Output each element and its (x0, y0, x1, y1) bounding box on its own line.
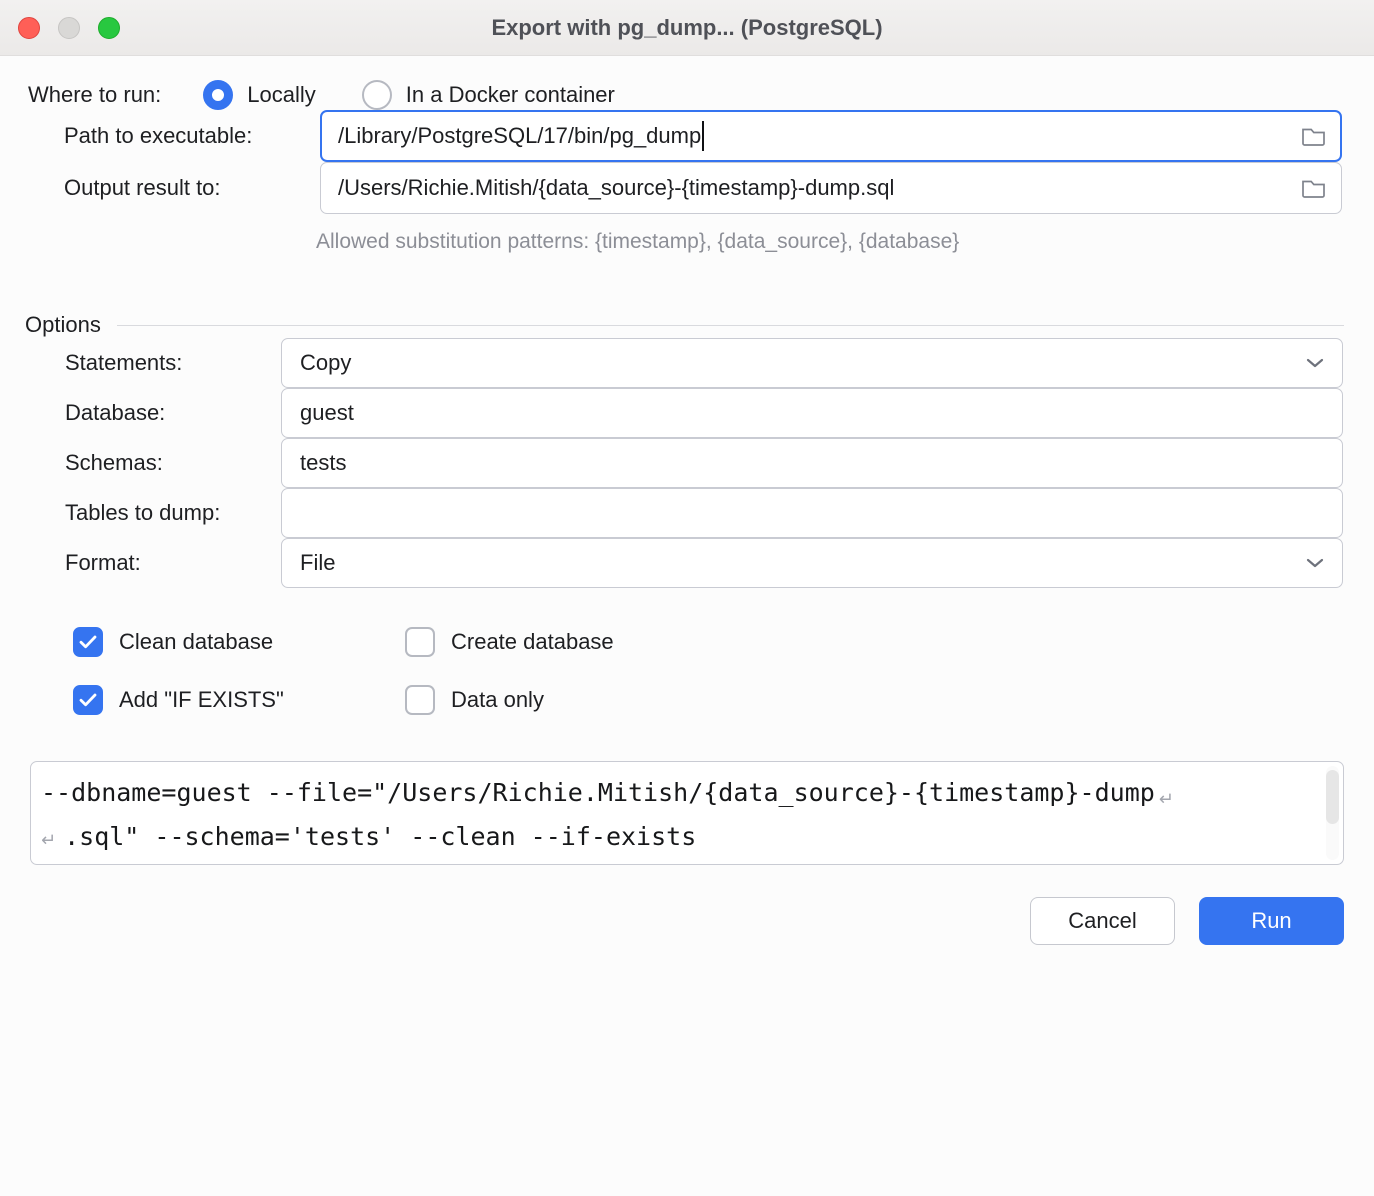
database-label: Database: (65, 400, 281, 426)
window-title: Export with pg_dump... (PostgreSQL) (491, 15, 882, 41)
checkbox-create-database-label: Create database (451, 629, 614, 655)
database-input[interactable]: guest (281, 388, 1343, 438)
dialog-buttons: Cancel Run (0, 897, 1344, 945)
schemas-value: tests (300, 450, 346, 476)
radio-docker-control[interactable] (362, 80, 392, 110)
where-to-run-label: Where to run: (28, 82, 161, 108)
browse-output-button[interactable] (1290, 177, 1327, 200)
command-line-1: --dbname=guest --file="/Users/Richie.Mit… (41, 770, 1313, 814)
format-label: Format: (65, 550, 281, 576)
checkbox-create-database-control[interactable] (405, 627, 435, 657)
schemas-row: Schemas: tests (65, 438, 1343, 488)
command-line-2: ↵ .sql" --schema='tests' --clean --if-ex… (41, 814, 1313, 858)
zoom-icon[interactable] (98, 17, 120, 39)
checkbox-clean-database-label: Clean database (119, 629, 273, 655)
command-scrollbar-thumb[interactable] (1326, 770, 1339, 825)
folder-icon (1300, 125, 1327, 148)
path-to-executable-input[interactable]: /Library/PostgreSQL/17/bin/pg_dump (320, 110, 1342, 162)
folder-icon (1300, 177, 1327, 200)
output-result-input[interactable]: /Users/Richie.Mitish/{data_source}-{time… (320, 162, 1342, 214)
checkbox-add-if-exists-control[interactable] (73, 685, 103, 715)
radio-docker-label: In a Docker container (406, 82, 615, 108)
cancel-button[interactable]: Cancel (1030, 897, 1175, 945)
output-result-label: Output result to: (64, 175, 320, 201)
command-line-1-text: --dbname=guest --file="/Users/Richie.Mit… (41, 778, 1155, 807)
soft-wrap-icon: ↵ (1159, 789, 1174, 810)
statements-select[interactable]: Copy (281, 338, 1343, 388)
checkbox-data-only-label: Data only (451, 687, 544, 713)
checkbox-add-if-exists-label: Add "IF EXISTS" (119, 687, 284, 713)
output-result-row: Output result to: /Users/Richie.Mitish/{… (64, 162, 1342, 214)
statements-label: Statements: (65, 350, 281, 376)
traffic-lights (18, 17, 120, 39)
command-line-2-text: .sql" --schema='tests' --clean --if-exis… (64, 822, 696, 851)
path-to-executable-label: Path to executable: (64, 123, 320, 149)
checkbox-add-if-exists[interactable]: Add "IF EXISTS" (73, 685, 405, 715)
checkbox-clean-database-control[interactable] (73, 627, 103, 657)
options-section-header: Options (25, 312, 1344, 338)
radio-locally[interactable]: Locally (203, 80, 315, 110)
close-icon[interactable] (18, 17, 40, 39)
checkbox-data-only-control[interactable] (405, 685, 435, 715)
chevron-down-icon (1304, 356, 1326, 370)
command-preview[interactable]: --dbname=guest --file="/Users/Richie.Mit… (30, 761, 1344, 865)
checkbox-row-1: Clean database Create database (73, 627, 1374, 657)
checkbox-create-database[interactable]: Create database (405, 627, 614, 657)
radio-locally-control[interactable] (203, 80, 233, 110)
path-to-executable-value: /Library/PostgreSQL/17/bin/pg_dump (338, 123, 701, 149)
command-scrollbar[interactable] (1326, 766, 1339, 860)
schemas-label: Schemas: (65, 450, 281, 476)
substitution-hint: Allowed substitution patterns: {timestam… (316, 230, 1374, 254)
format-value: File (300, 550, 335, 576)
database-row: Database: guest (65, 388, 1343, 438)
options-section-title: Options (25, 312, 101, 338)
checkbox-data-only[interactable]: Data only (405, 685, 544, 715)
checkbox-row-2: Add "IF EXISTS" Data only (73, 685, 1374, 715)
run-button[interactable]: Run (1199, 897, 1344, 945)
tables-to-dump-label: Tables to dump: (65, 500, 281, 526)
window-titlebar: Export with pg_dump... (PostgreSQL) (0, 0, 1374, 56)
statements-value: Copy (300, 350, 351, 376)
where-to-run-row: Where to run: Locally In a Docker contai… (28, 80, 1374, 110)
tables-to-dump-input[interactable] (281, 488, 1343, 538)
radio-locally-label: Locally (247, 82, 315, 108)
format-select[interactable]: File (281, 538, 1343, 588)
format-row: Format: File (65, 538, 1343, 588)
output-result-value: /Users/Richie.Mitish/{data_source}-{time… (338, 175, 894, 201)
tables-to-dump-row: Tables to dump: (65, 488, 1343, 538)
statements-row: Statements: Copy (65, 338, 1343, 388)
check-icon (79, 693, 97, 707)
text-caret (702, 121, 704, 151)
chevron-down-icon (1304, 556, 1326, 570)
radio-docker[interactable]: In a Docker container (362, 80, 615, 110)
database-value: guest (300, 400, 354, 426)
minimize-icon (58, 17, 80, 39)
schemas-input[interactable]: tests (281, 438, 1343, 488)
checkbox-clean-database[interactable]: Clean database (73, 627, 405, 657)
browse-path-button[interactable] (1290, 125, 1327, 148)
path-to-executable-row: Path to executable: /Library/PostgreSQL/… (64, 110, 1342, 162)
check-icon (79, 635, 97, 649)
soft-wrap-icon: ↵ (41, 830, 56, 851)
options-divider (117, 325, 1344, 326)
